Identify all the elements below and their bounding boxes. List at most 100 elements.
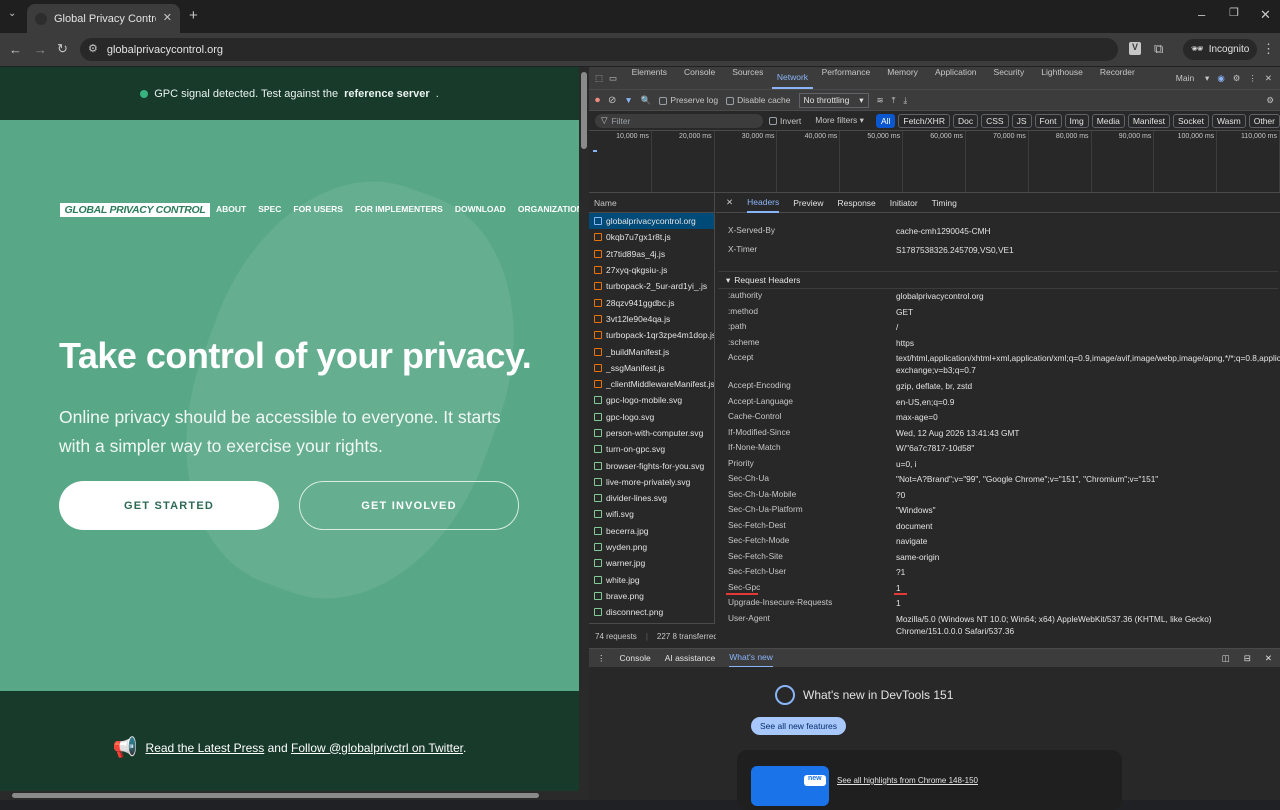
request-row[interactable]: turbopack-2_5ur-ard1yi_.js [589, 278, 714, 294]
request-row[interactable]: gpc-logo-mobile.svg [589, 392, 714, 408]
filter-chip-css[interactable]: CSS [981, 113, 1009, 128]
address-bar[interactable]: ⚙ globalprivacycontrol.org [80, 38, 1118, 61]
filter-chip-manifest[interactable]: Manifest [1127, 113, 1170, 128]
filter-chip-wasm[interactable]: Wasm [1211, 113, 1246, 128]
filter-chip-socket[interactable]: Socket [1172, 113, 1209, 128]
filter-chip-img[interactable]: Img [1064, 113, 1089, 128]
close-tab-icon[interactable]: ✕ [163, 13, 172, 24]
devtools-tab-performance[interactable]: Performance [813, 67, 879, 89]
get-started-button[interactable]: GET STARTED [59, 481, 279, 530]
restore-icon[interactable]: ❐ [1229, 8, 1239, 19]
request-row[interactable]: turbopack-1qr3zpe4m1dop.js [589, 327, 714, 343]
filter-chip-js[interactable]: JS [1011, 113, 1032, 128]
disable-cache-checkbox[interactable]: Disable cache [726, 95, 791, 105]
nav-about[interactable]: ABOUT [216, 204, 246, 214]
page-vertical-scrollbar[interactable] [579, 67, 589, 791]
request-row[interactable]: person-with-computer.svg [589, 425, 714, 441]
request-row[interactable]: _ssgManifest.js [589, 360, 714, 376]
settings-gear-icon[interactable]: ⚙ [1229, 73, 1245, 84]
nav-download[interactable]: DOWNLOAD [455, 204, 506, 214]
request-row[interactable]: wifi.svg [589, 506, 714, 522]
nav-organizations[interactable]: ORGANIZATIONS [518, 204, 579, 214]
get-involved-button[interactable]: GET INVOLVED [299, 481, 519, 530]
drawer-tab-what-s-new[interactable]: What's new [729, 649, 773, 668]
undock-drawer-icon[interactable]: ⊟ [1244, 653, 1251, 664]
invert-checkbox[interactable]: Invert [768, 116, 801, 126]
see-all-features-button[interactable]: See all new features [751, 717, 847, 735]
request-row[interactable]: _clientMiddlewareManifest.js [589, 376, 714, 392]
request-row[interactable]: 27xyq-qkgsiu-.js [589, 262, 714, 278]
nav-for-users[interactable]: FOR USERS [293, 204, 343, 214]
minimize-icon[interactable]: – [1198, 8, 1205, 21]
clear-icon[interactable]: ⊘ [608, 95, 616, 106]
drawer-tab-ai-assistance[interactable]: AI assistance [665, 653, 716, 663]
close-detail-icon[interactable]: ✕ [726, 197, 733, 208]
context-selector[interactable]: Main ▾ [1163, 73, 1213, 84]
browser-menu-icon[interactable]: ⋮ [1262, 42, 1275, 55]
highlights-link[interactable]: See all highlights from Chrome 148-150 [837, 776, 978, 785]
filter-chip-all[interactable]: All [875, 113, 896, 128]
request-row[interactable]: divider-lines.svg [589, 490, 714, 506]
throttling-select[interactable]: No throttling ▾ [798, 92, 869, 108]
import-har-icon[interactable]: ⤒ [892, 95, 896, 106]
detail-tab-response[interactable]: Response [838, 198, 876, 208]
request-row[interactable]: warner.jpg [589, 555, 714, 571]
latest-press-link[interactable]: Read the Latest Press [146, 741, 265, 755]
detail-tab-preview[interactable]: Preview [793, 198, 823, 208]
request-row[interactable]: 2t7tid89as_4j.js [589, 246, 714, 262]
filter-chip-fetch-xhr[interactable]: Fetch/XHR [898, 113, 950, 128]
network-timeline-overview[interactable]: 10,000 ms 20,000 ms 30,000 ms 40,000 ms 50,0… [589, 130, 1280, 193]
page-hscroll-thumb[interactable] [12, 793, 539, 798]
filter-chip-doc[interactable]: Doc [952, 113, 979, 128]
devtools-tab-application[interactable]: Application [926, 67, 985, 89]
detail-tab-headers[interactable]: Headers [747, 193, 780, 213]
detail-tab-timing[interactable]: Timing [932, 198, 957, 208]
devtools-tab-lighthouse[interactable]: Lighthouse [1033, 67, 1092, 89]
back-icon[interactable]: ← [9, 43, 22, 56]
nav-for-implementers[interactable]: FOR IMPLEMENTERS [355, 204, 443, 214]
devtools-tab-recorder[interactable]: Recorder [1091, 67, 1143, 89]
twitter-follow-link[interactable]: Follow @globalprivctrl on Twitter [291, 741, 463, 755]
devtools-tab-network[interactable]: Network [771, 67, 814, 89]
filter-input[interactable]: ▽ Filter [595, 113, 763, 128]
network-settings-icon[interactable]: ⚙ [1266, 95, 1280, 106]
detail-tab-initiator[interactable]: Initiator [890, 198, 918, 208]
filter-chip-media[interactable]: Media [1091, 113, 1125, 128]
devtools-tab-console[interactable]: Console [676, 67, 724, 89]
request-row[interactable]: becerra.jpg [589, 523, 714, 539]
devtools-close-icon[interactable]: ✕ [1261, 73, 1280, 84]
extensions-puzzle-icon[interactable]: ⧉ [1154, 42, 1163, 55]
request-headers-section[interactable]: ▾ Request Headers [718, 271, 1278, 289]
filter-funnel-icon[interactable]: ▼ [624, 95, 632, 105]
site-info-icon[interactable]: ⚙ [88, 44, 98, 55]
inspect-element-icon[interactable]: ⬚ [589, 73, 607, 84]
request-row[interactable]: _buildManifest.js [589, 343, 714, 359]
drawer-tab-console[interactable]: Console [620, 653, 651, 663]
filter-chip-other[interactable]: Other [1248, 113, 1280, 128]
request-row[interactable]: 28qzv941ggdbc.js [589, 294, 714, 310]
reference-server-link[interactable]: reference server [344, 88, 430, 100]
export-har-icon[interactable]: ⤓ [903, 95, 907, 106]
reload-icon[interactable]: ↻ [57, 42, 68, 55]
name-column-header[interactable]: Name [589, 193, 714, 213]
devtools-tab-memory[interactable]: Memory [879, 67, 927, 89]
devtools-tab-security[interactable]: Security [985, 67, 1033, 89]
page-scroll-thumb[interactable] [581, 72, 587, 149]
devtools-menu-icon[interactable]: ⋮ [1244, 73, 1261, 84]
request-row[interactable]: browser-fights-for-you.svg [589, 457, 714, 473]
more-filters-dropdown[interactable]: More filters ▾ [815, 115, 864, 126]
record-stop-icon[interactable]: ⏺ [595, 95, 600, 106]
dock-side-icon[interactable]: ◫ [1222, 653, 1230, 664]
ai-badge-icon[interactable]: ◉ [1213, 73, 1228, 84]
nav-spec[interactable]: SPEC [258, 204, 281, 214]
drawer-close-icon[interactable]: ✕ [1265, 653, 1280, 664]
request-row[interactable]: live-more-privately.svg [589, 474, 714, 490]
forward-icon[interactable]: → [34, 43, 47, 56]
tab-search-icon[interactable]: ⌄ [8, 9, 16, 19]
network-conditions-icon[interactable]: ≋ [877, 95, 884, 106]
new-tab-icon[interactable]: + [189, 8, 198, 23]
filter-chip-font[interactable]: Font [1034, 113, 1062, 128]
request-row[interactable]: brave.png [589, 588, 714, 604]
request-row[interactable]: disconnect.png [589, 604, 714, 620]
devtools-tab-sources[interactable]: Sources [724, 67, 772, 89]
